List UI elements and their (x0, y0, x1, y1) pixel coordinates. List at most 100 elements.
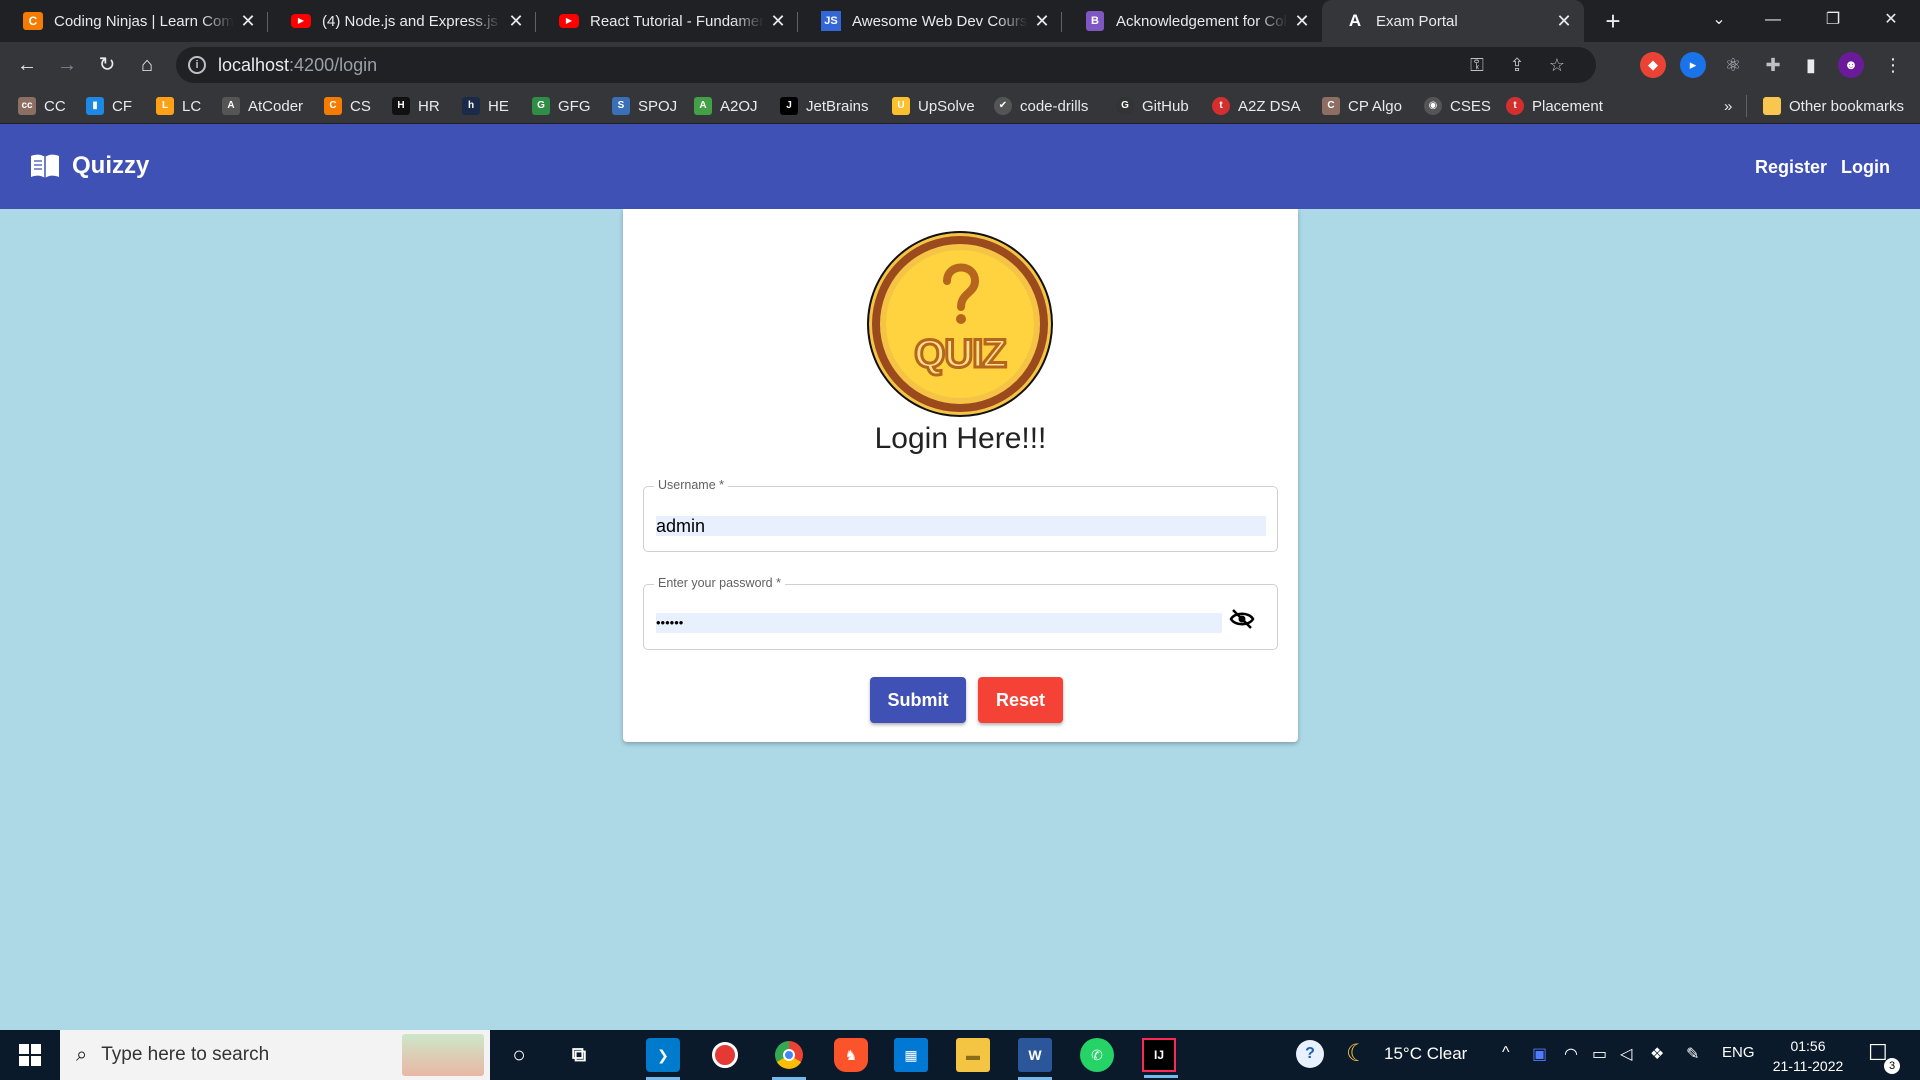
bookmark-hr[interactable]: H HR (392, 95, 440, 117)
close-icon[interactable]: ✕ (234, 11, 262, 32)
register-link[interactable]: Register (1755, 157, 1827, 178)
bookmark-gfg[interactable]: G GFG (532, 95, 591, 117)
visibility-off-icon[interactable] (1229, 608, 1255, 630)
extension-icon[interactable]: ◆ (1640, 52, 1666, 78)
clock[interactable]: 01:56 21-11-2022 (1768, 1036, 1848, 1076)
bookmark-icon: ◉ (1424, 97, 1442, 115)
bookmark-atcoder[interactable]: A AtCoder (222, 95, 303, 117)
forward-icon[interactable]: → (52, 50, 82, 80)
show-hidden-icons[interactable]: ^ (1502, 1044, 1510, 1062)
intellij-icon[interactable]: IJ (1142, 1038, 1178, 1078)
profile-avatar[interactable]: ☻ (1838, 52, 1864, 78)
login-heading: Login Here!!! (874, 422, 1047, 455)
login-link[interactable]: Login (1841, 157, 1890, 178)
side-panel-icon[interactable]: ▮ (1798, 52, 1824, 78)
app-navbar: Quizzy Register Login (0, 124, 1920, 209)
tab-react-tutorial[interactable]: ▶ React Tutorial - Fundament ✕ (536, 0, 798, 42)
extension-icon[interactable]: ▸ (1680, 52, 1706, 78)
react-devtools-icon[interactable]: ⚛ (1720, 52, 1746, 78)
bookmark-jetbrains[interactable]: J JetBrains (780, 95, 869, 117)
password-input[interactable]: •••••• (656, 613, 1222, 633)
tab-exam-portal[interactable]: A Exam Portal ✕ (1322, 0, 1584, 42)
tab-coding-ninjas[interactable]: C Coding Ninjas | Learn Comp ✕ (0, 0, 268, 42)
bookmark-icon: J (780, 97, 798, 115)
windows-start-button[interactable] (0, 1030, 60, 1080)
language-indicator[interactable]: ENG (1722, 1044, 1755, 1061)
close-icon[interactable]: ✕ (1550, 11, 1578, 32)
restore-button[interactable]: ❐ (1810, 0, 1856, 42)
new-tab-button[interactable]: + (1598, 6, 1628, 36)
bookmark-label: CC (44, 97, 66, 115)
close-window-button[interactable]: ✕ (1868, 0, 1914, 42)
username-input[interactable]: admin (656, 516, 1266, 536)
bookmark-lc[interactable]: L LC (156, 95, 201, 117)
wifi-icon[interactable]: ◠ (1564, 1044, 1578, 1064)
tab-acknowledgement[interactable]: B Acknowledgement for Colle ✕ (1062, 0, 1322, 42)
bookmark-he[interactable]: h HE (462, 95, 509, 117)
site-info-icon[interactable]: i (188, 56, 206, 74)
bookmark-cs[interactable]: C CS (324, 95, 371, 117)
bookmark-code-drills[interactable]: ✔ code-drills (994, 95, 1088, 117)
screen-recorder-icon[interactable] (708, 1038, 742, 1072)
minimize-button[interactable]: — (1750, 0, 1796, 42)
weather-moon-icon[interactable]: ☾ (1346, 1039, 1368, 1068)
bookmark-cf[interactable]: ▮ CF (86, 95, 132, 117)
help-icon[interactable]: ? (1296, 1040, 1324, 1068)
bookmark-cses[interactable]: ◉ CSES (1424, 95, 1491, 117)
bookmark-spoj[interactable]: S SPOJ (612, 95, 677, 117)
taskbar-search[interactable]: ⌕ Type here to search (60, 1030, 490, 1080)
close-icon[interactable]: ✕ (764, 11, 792, 32)
bookmark-cc[interactable]: cc CC (18, 95, 66, 117)
bookmark-a2z-dsa[interactable]: t A2Z DSA (1212, 95, 1301, 117)
bookmark-a2oj[interactable]: A A2OJ (694, 95, 758, 117)
brand[interactable]: Quizzy (30, 152, 149, 180)
password-field[interactable]: Enter your password * •••••• (643, 576, 1278, 650)
bookmark-star-icon[interactable]: ☆ (1546, 54, 1568, 76)
tray-app-icon[interactable]: ▣ (1532, 1044, 1547, 1064)
menu-kebab-icon[interactable]: ⋮ (1880, 52, 1906, 78)
task-view-icon[interactable]: ⧉ (562, 1038, 596, 1072)
home-icon[interactable]: ⌂ (132, 50, 162, 80)
vscode-icon[interactable]: ❯ (646, 1038, 680, 1080)
bookmark-cp-algo[interactable]: C CP Algo (1322, 95, 1402, 117)
bookmark-github[interactable]: G GitHub (1116, 95, 1189, 117)
pen-icon[interactable]: ✎ (1686, 1044, 1699, 1064)
volume-icon[interactable]: ◁ (1620, 1044, 1632, 1064)
other-bookmarks[interactable]: Other bookmarks (1746, 95, 1904, 117)
word-icon[interactable]: W (1018, 1038, 1052, 1080)
weather-text[interactable]: 15°C Clear (1384, 1044, 1467, 1064)
close-icon[interactable]: ✕ (1028, 11, 1056, 32)
reload-icon[interactable]: ↻ (92, 50, 122, 80)
tab-awesome-web-dev[interactable]: JS Awesome Web Dev Courses ✕ (798, 0, 1062, 42)
microsoft-store-icon[interactable]: ▦ (894, 1038, 928, 1072)
login-card: QUIZ Login Here!!! Username * admin Ente… (623, 209, 1298, 742)
bookmark-label: CS (350, 97, 371, 115)
url-text[interactable]: localhost:4200/login (218, 55, 377, 76)
bookmark-placement[interactable]: t Placement (1506, 95, 1603, 117)
close-icon[interactable]: ✕ (1288, 11, 1316, 32)
file-explorer-icon[interactable]: ▬ (956, 1038, 990, 1072)
close-icon[interactable]: ✕ (502, 11, 530, 32)
battery-icon[interactable]: ▭ (1592, 1044, 1607, 1064)
whatsapp-icon[interactable]: ✆ (1080, 1038, 1114, 1072)
bookmark-label: A2Z DSA (1238, 97, 1301, 115)
bookmark-upsolve[interactable]: U UpSolve (892, 95, 975, 117)
tab-search-icon[interactable]: ⌄ (1696, 0, 1742, 42)
username-field[interactable]: Username * admin (643, 478, 1278, 552)
search-highlight-image (402, 1034, 484, 1076)
address-bar[interactable]: i localhost:4200/login ⚿ ⇪ ☆ (176, 47, 1596, 83)
bookmarks-overflow-button[interactable]: » (1724, 95, 1732, 117)
share-icon[interactable]: ⇪ (1506, 54, 1528, 76)
chrome-icon[interactable] (772, 1038, 806, 1080)
submit-button[interactable]: Submit (870, 677, 966, 723)
tab-nodejs-express[interactable]: ▶ (4) Node.js and Express.js - ✕ (268, 0, 536, 42)
bookmarks-bar: cc CC ▮ CF L LC A AtCoder C CS H HR h HE G GFG S… (0, 88, 1920, 124)
bookmark-label: GFG (558, 97, 591, 115)
back-icon[interactable]: ← (12, 50, 42, 80)
key-icon[interactable]: ⚿ (1466, 54, 1488, 76)
brave-icon[interactable]: ♞ (834, 1038, 868, 1072)
extensions-puzzle-icon[interactable]: ✚ (1760, 52, 1786, 78)
cortana-icon[interactable]: ○ (502, 1038, 536, 1072)
dropbox-icon[interactable]: ❖ (1650, 1044, 1664, 1064)
reset-button[interactable]: Reset (978, 677, 1063, 723)
